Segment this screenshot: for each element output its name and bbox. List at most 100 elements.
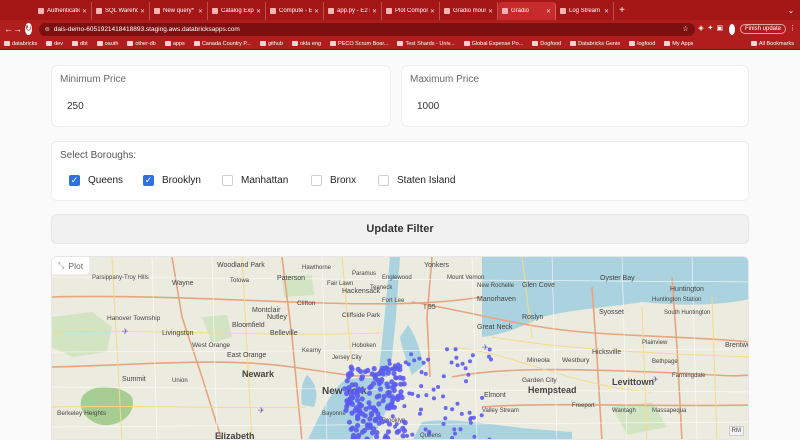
listing-marker[interactable] bbox=[349, 410, 355, 416]
extension-icon[interactable]: ◈ bbox=[698, 23, 704, 35]
listing-marker[interactable] bbox=[450, 407, 455, 412]
site-info-icon[interactable]: ⊜ bbox=[45, 26, 50, 33]
bookmark-item[interactable]: databricks bbox=[4, 41, 37, 47]
listing-marker[interactable] bbox=[344, 390, 350, 397]
map-view[interactable]: ✈ ✈ ✈ ✈ Woodland ParkPatersonParsippany-… bbox=[52, 257, 749, 440]
browser-tab[interactable]: Plot Component✕ bbox=[382, 2, 440, 20]
tab-close-icon[interactable]: ✕ bbox=[82, 8, 87, 15]
min-price-input[interactable]: 250 bbox=[67, 101, 84, 112]
tab-close-icon[interactable]: ✕ bbox=[604, 8, 609, 15]
update-filter-button[interactable]: Update Filter bbox=[51, 214, 749, 244]
listing-marker[interactable] bbox=[403, 360, 408, 365]
listing-marker[interactable] bbox=[487, 347, 492, 352]
listing-marker[interactable] bbox=[349, 366, 355, 372]
listing-marker[interactable] bbox=[386, 393, 392, 399]
bookmark-item[interactable]: okta eng bbox=[291, 41, 321, 47]
listing-marker[interactable] bbox=[458, 427, 463, 432]
bookmark-item[interactable]: apps bbox=[164, 41, 185, 47]
listing-marker[interactable] bbox=[407, 391, 412, 396]
listing-marker[interactable] bbox=[426, 357, 431, 362]
listing-marker[interactable] bbox=[378, 379, 384, 385]
listing-marker[interactable] bbox=[441, 374, 446, 379]
listing-marker[interactable] bbox=[387, 361, 392, 366]
listing-marker[interactable] bbox=[359, 396, 365, 402]
browser-tab[interactable]: Authentication - ✕ bbox=[34, 2, 92, 20]
listing-marker[interactable] bbox=[453, 347, 458, 352]
listing-marker[interactable] bbox=[431, 387, 436, 392]
listing-marker[interactable] bbox=[399, 394, 405, 401]
bookmark-star-icon[interactable]: ☆ bbox=[682, 25, 688, 33]
listing-marker[interactable] bbox=[459, 411, 464, 416]
listing-marker[interactable] bbox=[455, 401, 460, 406]
listing-marker[interactable] bbox=[460, 361, 465, 366]
listing-marker[interactable] bbox=[394, 422, 399, 427]
listing-marker[interactable] bbox=[385, 429, 392, 435]
listing-marker[interactable] bbox=[441, 422, 446, 426]
listing-marker[interactable] bbox=[371, 405, 377, 411]
listing-marker[interactable] bbox=[367, 385, 373, 391]
checkbox-unchecked-icon[interactable] bbox=[378, 175, 389, 186]
tab-close-icon[interactable]: ✕ bbox=[430, 8, 435, 15]
listing-marker[interactable] bbox=[409, 352, 414, 357]
listing-marker[interactable] bbox=[381, 393, 387, 399]
listing-marker[interactable] bbox=[393, 375, 398, 380]
tab-search-icon[interactable]: ⌄ bbox=[782, 2, 800, 20]
listing-marker[interactable] bbox=[400, 433, 406, 439]
listing-marker[interactable] bbox=[389, 379, 395, 385]
browser-tab[interactable]: Compute - E2 Do✕ bbox=[266, 2, 324, 20]
listing-marker[interactable] bbox=[384, 419, 389, 424]
listing-marker[interactable] bbox=[391, 387, 397, 393]
listing-marker[interactable] bbox=[349, 382, 355, 388]
checkbox-unchecked-icon[interactable] bbox=[222, 175, 233, 186]
listing-marker[interactable] bbox=[366, 400, 372, 406]
listing-marker[interactable] bbox=[419, 384, 424, 389]
listing-marker[interactable] bbox=[467, 410, 472, 415]
listing-marker[interactable] bbox=[419, 370, 424, 375]
listing-marker[interactable] bbox=[468, 359, 472, 364]
bookmark-item[interactable]: Global Expense Po... bbox=[463, 41, 523, 47]
reload-icon[interactable]: ↻ bbox=[25, 23, 32, 35]
listing-marker[interactable] bbox=[363, 406, 369, 412]
checkbox-checked-icon[interactable]: ✓ bbox=[143, 175, 154, 186]
browser-tab[interactable]: New query* ✕ bbox=[150, 2, 208, 20]
address-bar[interactable]: ⊜ dais-demo-6051921418418893.staging.aws… bbox=[38, 22, 695, 36]
back-arrow-icon[interactable]: ← bbox=[4, 22, 13, 36]
listing-marker[interactable] bbox=[424, 393, 429, 398]
listing-marker[interactable] bbox=[355, 393, 361, 399]
extensions-puzzle-icon[interactable]: ✦ bbox=[707, 23, 713, 35]
listing-marker[interactable] bbox=[421, 360, 426, 365]
listing-marker[interactable] bbox=[357, 409, 363, 415]
browser-tab[interactable]: Gradio mount_g✕ bbox=[440, 2, 498, 20]
new-tab-button[interactable]: + bbox=[614, 2, 630, 20]
listing-marker[interactable] bbox=[472, 434, 477, 439]
listing-marker[interactable] bbox=[355, 366, 361, 372]
listing-marker[interactable] bbox=[394, 429, 400, 435]
listing-marker[interactable] bbox=[368, 410, 374, 417]
listing-marker[interactable] bbox=[342, 386, 348, 392]
listing-marker[interactable] bbox=[445, 347, 449, 352]
listing-marker[interactable] bbox=[412, 358, 417, 363]
tab-close-icon[interactable]: ✕ bbox=[140, 8, 145, 15]
listing-marker[interactable] bbox=[355, 422, 361, 429]
forward-arrow-icon[interactable]: → bbox=[13, 22, 22, 36]
bookmark-item[interactable]: PECO Scrum Boar... bbox=[330, 41, 388, 47]
finish-update-button[interactable]: Finish update bbox=[739, 24, 786, 34]
browser-tab[interactable]: SQL Warehouse✕ bbox=[92, 2, 150, 20]
listing-marker[interactable] bbox=[377, 415, 383, 421]
listing-marker[interactable] bbox=[348, 371, 355, 378]
tab-close-icon[interactable]: ✕ bbox=[488, 8, 493, 15]
listing-marker[interactable] bbox=[466, 372, 471, 377]
browser-tab[interactable]: Gradio ✕ bbox=[498, 2, 556, 20]
listing-marker[interactable] bbox=[380, 371, 386, 377]
listing-marker[interactable] bbox=[359, 374, 365, 380]
bookmark-item[interactable]: Canada Country P... bbox=[193, 41, 251, 47]
listing-marker[interactable] bbox=[468, 420, 473, 425]
listing-marker[interactable] bbox=[390, 405, 395, 410]
checkbox-checked-icon[interactable]: ✓ bbox=[69, 175, 80, 186]
listing-marker[interactable] bbox=[398, 364, 403, 369]
bookmark-item[interactable]: github bbox=[259, 41, 283, 47]
listing-marker[interactable] bbox=[372, 416, 379, 423]
listing-marker[interactable] bbox=[443, 416, 448, 421]
browser-tab[interactable]: Catalog Explorer✕ bbox=[208, 2, 266, 20]
bookmark-item[interactable]: Dogfood bbox=[532, 41, 561, 47]
